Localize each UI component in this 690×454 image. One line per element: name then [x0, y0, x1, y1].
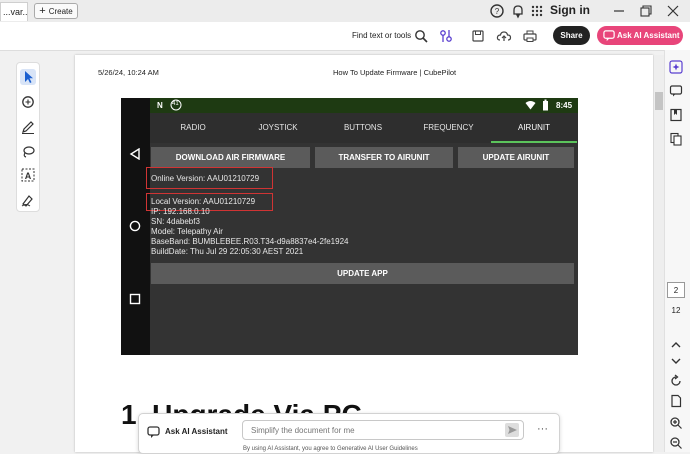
organize-tools-icon[interactable]: [438, 28, 454, 44]
help-icon[interactable]: ?: [489, 3, 505, 19]
vertical-scrollbar[interactable]: [654, 55, 664, 452]
ip-address: IP: 192.168.0.10: [151, 207, 210, 216]
share-button[interactable]: Share: [553, 26, 590, 45]
scrollbar-thumb[interactable]: [655, 92, 663, 110]
sign-in-link[interactable]: Sign in: [550, 3, 590, 17]
close-window-icon[interactable]: [665, 3, 681, 19]
document-icon[interactable]: [669, 394, 683, 408]
tab-buttons: BUTTONS: [343, 123, 383, 132]
zoom-out-icon[interactable]: [669, 436, 683, 450]
create-tab-button[interactable]: + Create: [34, 3, 78, 19]
ai-assistant-icon: [603, 30, 615, 42]
pen-draw-icon[interactable]: [20, 119, 36, 135]
ai-chat-icon: [147, 426, 160, 438]
notification-bell-icon[interactable]: [510, 3, 526, 19]
baseband: BaseBand: BUMBLEBEE.R03.T34-d9a8837e4-2f…: [151, 237, 349, 246]
ai-disclaimer: By using AI Assistant, you agree to Gene…: [243, 446, 418, 452]
print-date: 5/26/24, 10:24 AM: [98, 68, 159, 77]
tab-frequency: FREQUENCY: [423, 123, 474, 132]
document-tab-label: ...var...: [3, 7, 28, 17]
ai-sparkle-icon[interactable]: [669, 60, 683, 74]
add-comment-icon[interactable]: [20, 94, 36, 110]
print-icon[interactable]: [522, 28, 538, 44]
cloud-upload-icon[interactable]: [496, 28, 512, 44]
recents-square-icon: [129, 293, 141, 305]
search-icon[interactable]: [413, 28, 429, 44]
send-arrow-icon[interactable]: [505, 423, 519, 437]
plus-icon: +: [39, 5, 46, 17]
select-cursor-icon[interactable]: [20, 69, 36, 85]
back-triangle-icon: [129, 148, 140, 160]
save-icon[interactable]: [470, 28, 486, 44]
download-air-firmware-button: DOWNLOAD AIR FIRMWARE: [151, 147, 310, 168]
battery-icon: [543, 99, 548, 111]
serial-number: SN: 4dabebf3: [151, 217, 200, 226]
build-date: BuildDate: Thu Jul 29 22:05:30 AEST 2021: [151, 247, 304, 256]
tab-airunit: AIRUNIT: [518, 123, 550, 132]
tab-radio: RADIO: [180, 123, 206, 132]
update-app-button: UPDATE APP: [151, 263, 574, 284]
comment-panel-icon[interactable]: [669, 84, 683, 98]
ai-prompt-input[interactable]: [242, 420, 524, 440]
transfer-to-airunit-button: TRANSFER TO AIRUNIT: [315, 147, 453, 168]
model-name: Model: Telepathy Air: [151, 227, 223, 236]
page-down-icon[interactable]: [669, 354, 683, 368]
find-text-label[interactable]: Find text or tools: [352, 31, 411, 40]
android-status-bar: [150, 98, 578, 113]
page-up-icon[interactable]: [669, 338, 683, 352]
page-number-input[interactable]: 2: [667, 282, 685, 298]
document-tab[interactable]: ...var...: [0, 2, 28, 21]
ai-bar-label: Ask AI Assistant: [165, 427, 228, 436]
svg-text:A: A: [25, 171, 32, 181]
rotate-icon[interactable]: [669, 374, 683, 388]
wifi-icon: [525, 101, 536, 110]
online-version-highlight: [146, 167, 273, 189]
tab-joystick: JOYSTICK: [258, 123, 298, 132]
page-total: 12: [671, 306, 681, 315]
restore-icon[interactable]: [638, 3, 654, 19]
svg-text:?: ?: [495, 7, 500, 16]
create-label: Create: [48, 7, 73, 16]
home-circle-icon: [129, 220, 141, 232]
n-notification-icon: N: [157, 101, 163, 110]
active-tab-indicator: [491, 141, 577, 143]
bookmarks-icon[interactable]: [669, 108, 683, 122]
fill-sign-icon[interactable]: [20, 192, 36, 208]
status-time: 8:45: [556, 101, 573, 110]
more-options-button[interactable]: ···: [537, 423, 548, 435]
print-title: How To Update Firmware | CubePilot: [333, 68, 457, 77]
apps-grid-icon[interactable]: [529, 3, 545, 19]
lasso-draw-icon[interactable]: [20, 144, 36, 160]
update-airunit-button: UPDATE AIRUNIT: [458, 147, 574, 168]
minimize-icon[interactable]: [611, 3, 627, 19]
text-select-icon[interactable]: A: [20, 167, 36, 183]
zoom-in-icon[interactable]: [669, 416, 683, 430]
status-badge: 41: [172, 101, 179, 107]
pages-thumbnail-icon[interactable]: [669, 132, 683, 146]
